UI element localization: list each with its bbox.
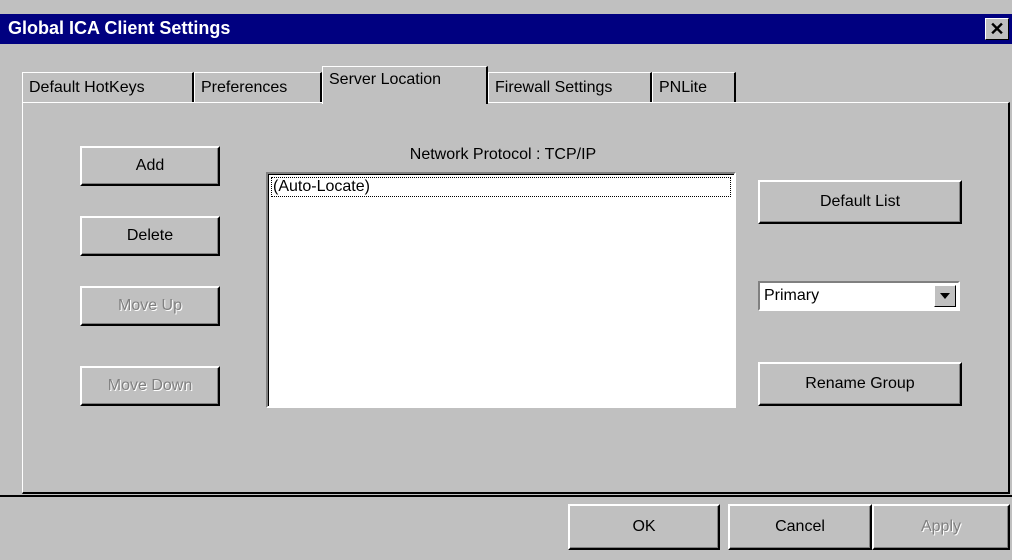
apply-button[interactable]: Apply xyxy=(872,504,1010,550)
add-button[interactable]: Add xyxy=(80,146,220,186)
ok-button-label: OK xyxy=(632,518,656,535)
move-down-button-label: Move Down xyxy=(107,377,193,394)
group-select-value: Primary xyxy=(764,287,820,304)
network-protocol-label: Network Protocol : TCP/IP xyxy=(409,146,597,163)
tab-default-hotkeys[interactable]: Default HotKeys xyxy=(22,72,194,102)
list-item-label: (Auto-Locate) xyxy=(273,178,370,195)
apply-button-label: Apply xyxy=(920,518,962,535)
window-title: Global ICA Client Settings xyxy=(8,18,231,38)
ok-button[interactable]: OK xyxy=(568,504,720,550)
rename-group-button[interactable]: Rename Group xyxy=(758,362,962,406)
tab-label: Server Location xyxy=(329,71,442,88)
tab-server-location[interactable]: Server Location xyxy=(322,66,488,104)
move-up-button-label: Move Up xyxy=(117,297,183,314)
group-select[interactable]: Primary xyxy=(758,281,960,311)
rename-group-button-label: Rename Group xyxy=(805,375,915,392)
add-button-label: Add xyxy=(135,157,165,174)
title-bar[interactable]: Global ICA Client Settings ✕ xyxy=(0,14,1012,44)
settings-dialog: Global ICA Client Settings ✕ Default Hot… xyxy=(0,0,1012,560)
footer-divider xyxy=(0,495,1012,497)
tab-preferences[interactable]: Preferences xyxy=(194,72,322,102)
move-down-button[interactable]: Move Down xyxy=(80,366,220,406)
default-list-button[interactable]: Default List xyxy=(758,180,962,224)
close-button[interactable]: ✕ xyxy=(985,18,1009,40)
move-up-button[interactable]: Move Up xyxy=(80,286,220,326)
tab-label: PNLite xyxy=(659,79,708,96)
cancel-button[interactable]: Cancel xyxy=(728,504,872,550)
cancel-button-label: Cancel xyxy=(775,518,825,535)
close-icon: ✕ xyxy=(989,19,1005,39)
default-list-button-label: Default List xyxy=(819,193,901,210)
tab-label: Firewall Settings xyxy=(495,79,613,96)
delete-button[interactable]: Delete xyxy=(80,216,220,256)
tab-label: Preferences xyxy=(201,79,288,96)
list-item[interactable]: (Auto-Locate) xyxy=(271,177,731,197)
delete-button-label: Delete xyxy=(126,227,174,244)
tab-firewall-settings[interactable]: Firewall Settings xyxy=(488,72,652,102)
server-listbox[interactable]: (Auto-Locate) xyxy=(266,172,736,408)
tab-label: Default HotKeys xyxy=(29,79,145,96)
chevron-down-icon[interactable] xyxy=(934,285,956,307)
tab-pnlite[interactable]: PNLite xyxy=(652,72,736,102)
